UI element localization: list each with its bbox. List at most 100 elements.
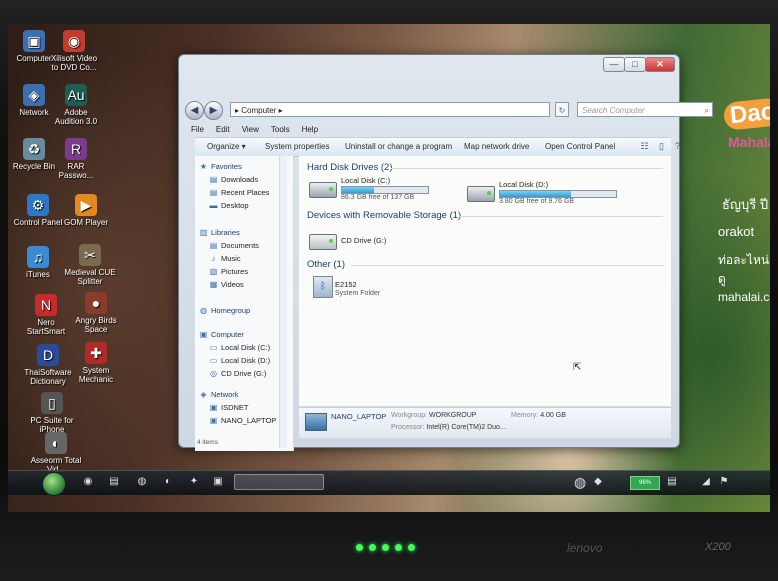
drive-cd[interactable]: CD Drive (G:): [309, 228, 429, 252]
desktop-icon-system-mechanic[interactable]: ✚ System Mechanic: [70, 342, 122, 384]
rar-icon: R: [65, 138, 87, 160]
folder-icon[interactable]: ▤: [108, 476, 120, 488]
organize-button[interactable]: Organize ▾: [207, 142, 246, 151]
media-player-icon[interactable]: ◉: [82, 476, 94, 488]
ad-text-2: orakot: [718, 224, 755, 239]
desktop-icon-pc-suite[interactable]: ▯ PC Suite for iPhone: [26, 392, 78, 434]
network-computer-icon: ▣: [209, 416, 218, 425]
system-tray: ◍ ◆ 96% ▤ ◢ ⚑: [568, 473, 768, 493]
desktop-icon-rar[interactable]: R RAR Passwo...: [50, 138, 102, 180]
volume-icon[interactable]: ◢: [700, 476, 712, 488]
nav-documents[interactable]: ▤ Documents: [209, 241, 259, 250]
battery-indicator[interactable]: 96%: [630, 476, 660, 490]
status-leds: [356, 544, 415, 551]
title-bar[interactable]: — □ ✕: [179, 55, 679, 75]
start-button[interactable]: [42, 472, 66, 496]
group-hard-disk-drives[interactable]: Hard Disk Drives (2): [307, 162, 393, 173]
maximize-button[interactable]: □: [624, 57, 646, 72]
nav-computer[interactable]: ▣ Computer: [199, 330, 244, 339]
menu-tools[interactable]: Tools: [271, 125, 290, 137]
nav-cd-drive[interactable]: ◎ CD Drive (G:): [209, 369, 266, 378]
nav-nano-laptop[interactable]: ▣ NANO_LAPTOP: [209, 416, 277, 425]
nav-local-disk-c[interactable]: ▭ Local Disk (C:): [209, 343, 270, 352]
wallpaper-ad: Dao Mahalai.com ธัญบุรี ปี orakot ท่อละไ…: [710, 64, 770, 304]
total-video-icon: ◐: [45, 432, 67, 454]
forward-button[interactable]: ▶: [204, 101, 223, 120]
menu-edit[interactable]: Edit: [216, 125, 230, 137]
refresh-button[interactable]: ↻: [555, 102, 569, 117]
flag-icon[interactable]: ⚑: [718, 476, 730, 488]
computer-icon: ▣: [199, 330, 208, 339]
desktop-icon-gom-player[interactable]: ▶ GOM Player: [60, 194, 112, 227]
navigation-bar: ◀ ▶ ▸ Computer ▸ ↻ Search Computer ⌕: [185, 101, 713, 121]
nav-videos[interactable]: ▦ Videos: [209, 280, 244, 289]
search-input[interactable]: Search Computer ⌕: [577, 102, 713, 117]
drive-icon: ▭: [209, 343, 218, 352]
menu-help[interactable]: Help: [302, 125, 318, 137]
desktop-icon-control-panel[interactable]: ⚙ Control Panel: [12, 194, 64, 227]
nav-libraries[interactable]: ▥ Libraries: [199, 228, 240, 237]
led-icon: [395, 544, 402, 551]
desktop-icon-cue-splitter[interactable]: ✂ Medieval CUE Splitter: [64, 244, 116, 286]
minimize-button[interactable]: —: [603, 57, 625, 72]
drive-d[interactable]: Local Disk (D:) 3.80 GB free of 9.76 GB: [467, 180, 627, 210]
nav-downloads[interactable]: ▤ Downloads: [209, 175, 258, 184]
browser-icon[interactable]: ◍: [136, 476, 148, 488]
drive-c-usage-fill: [342, 187, 374, 193]
desktop-icon-dictionary[interactable]: D ThaiSoftware Dictionary: [22, 344, 74, 386]
explorer-window[interactable]: — □ ✕ ◀ ▶ ▸ Computer ▸ ↻ Search Computer…: [178, 54, 713, 451]
preview-pane-icon[interactable]: ▯: [656, 141, 667, 152]
nav-homegroup[interactable]: ◍ Homegroup: [199, 306, 250, 315]
nav-pane-scrollbar[interactable]: [279, 156, 287, 448]
nav-isdnet[interactable]: ▣ ISDNET: [209, 403, 249, 412]
view-options-icon[interactable]: ☷: [639, 141, 650, 152]
network-tray-icon[interactable]: ▤: [666, 476, 678, 488]
ad-site-text: Mahalai.com: [728, 134, 770, 150]
menu-view[interactable]: View: [242, 125, 259, 137]
nav-network[interactable]: ◈ Network: [199, 390, 238, 399]
address-bar[interactable]: ▸ Computer ▸: [230, 102, 550, 117]
ad-text-3: ท่อละไหน่ดู: [718, 253, 770, 286]
mouse-pointer-icon: ⇱: [573, 362, 582, 373]
desktop-icon-nero[interactable]: N Nero StartSmart: [20, 294, 72, 336]
back-button[interactable]: ◀: [185, 101, 204, 120]
menu-file[interactable]: File: [191, 125, 204, 137]
group-removable-storage[interactable]: Devices with Removable Storage (1): [307, 210, 461, 221]
nav-favorites[interactable]: ★ Favorites: [199, 162, 242, 171]
taskbar-explorer-window[interactable]: [234, 474, 324, 490]
app-icon[interactable]: ▣: [212, 476, 224, 488]
nav-local-disk-d[interactable]: ▭ Local Disk (D:): [209, 356, 270, 365]
audition-icon: Au: [65, 84, 87, 106]
open-control-panel-button[interactable]: Open Control Panel: [545, 142, 615, 151]
alert-icon[interactable]: ◆: [592, 476, 604, 488]
nav-music[interactable]: ♪ Music: [209, 254, 241, 263]
help-icon[interactable]: ?: [672, 141, 683, 152]
brand-logo: lenovo: [567, 541, 603, 555]
map-network-drive-button[interactable]: Map network drive: [464, 142, 529, 151]
chrome-icon[interactable]: ◐: [162, 476, 174, 488]
uninstall-program-button[interactable]: Uninstall or change a program: [345, 142, 452, 151]
homegroup-icon: ◍: [200, 306, 207, 315]
desktop-icon-itunes[interactable]: ♫ iTunes: [12, 246, 64, 279]
star-icon: ★: [199, 162, 208, 171]
close-button[interactable]: ✕: [645, 57, 675, 72]
nav-pictures[interactable]: ▧ Pictures: [209, 267, 248, 276]
drive-c[interactable]: Local Disk (C:) 86.3 GB free of 137 GB: [309, 176, 459, 206]
desktop-icon-audition[interactable]: Au Adobe Audition 3.0: [50, 84, 102, 126]
system-properties-button[interactable]: System properties: [265, 142, 329, 151]
desktop-icon-angry-birds[interactable]: ● Angry Birds Space: [70, 292, 122, 334]
desktop-icon-xilisoft[interactable]: ◉ Xilisoft Video to DVD Co...: [48, 30, 100, 72]
nero-icon: N: [35, 294, 57, 316]
app-icon[interactable]: ✦: [188, 476, 200, 488]
menu-bar: File Edit View Tools Help: [191, 125, 318, 137]
network-icon: ◈: [23, 84, 45, 106]
nav-recent-places[interactable]: ▤ Recent Places: [209, 188, 270, 197]
other-e2152[interactable]: ᛒ E2152 System Folder: [313, 276, 423, 302]
app-tray-icon[interactable]: ◍: [574, 475, 586, 489]
desktop-wallpaper: Dao Mahalai.com ธัญบุรี ปี orakot ท่อละไ…: [8, 24, 770, 512]
group-other[interactable]: Other (1): [307, 259, 345, 270]
xilisoft-icon: ◉: [63, 30, 85, 52]
command-bar: Organize ▾ System properties Uninstall o…: [195, 137, 680, 157]
desktop-icon-total-video[interactable]: ◐Asseorm Total Vid...: [30, 432, 82, 474]
nav-desktop[interactable]: ▬ Desktop: [209, 201, 249, 210]
